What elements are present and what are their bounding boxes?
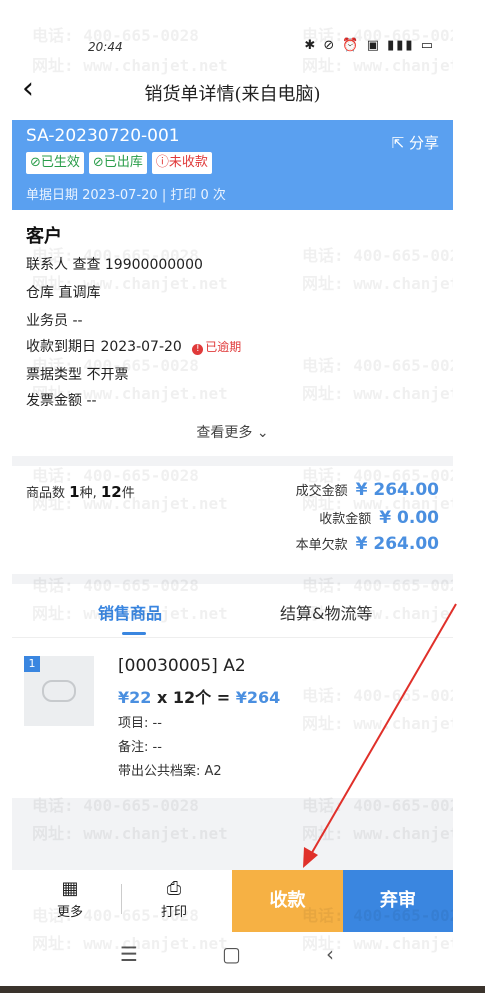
- document-date-line: 单据日期 2023-07-20 | 打印 0 次: [26, 188, 226, 203]
- status-badge: ⓘ未收款: [151, 152, 212, 174]
- detail-tabs: 销售商品 结算&物流等: [12, 590, 453, 638]
- section-divider: [12, 574, 453, 584]
- share-icon: ⇱: [391, 134, 405, 152]
- check-circle-icon: ⊘: [92, 155, 104, 170]
- active-tab-indicator: [122, 632, 146, 635]
- product-remark: 备注: --: [118, 740, 162, 755]
- goods-count: 商品数 1种, 12件: [26, 483, 135, 501]
- alert-circle-icon: ⓘ: [155, 155, 169, 170]
- info-row-due-date: 收款到期日 2023-07-20 ! 已逾期: [26, 339, 242, 355]
- tab-sales-goods[interactable]: 销售商品: [98, 600, 162, 624]
- overdue-badge: ! 已逾期: [192, 340, 241, 355]
- printer-icon: ⎙: [166, 878, 182, 899]
- alert-icon: !: [192, 344, 204, 355]
- product-name: [00030005] A2: [118, 656, 246, 676]
- nav-header: ‹ 销货单详情(来自电脑): [12, 70, 453, 114]
- customer-heading: 客户: [26, 226, 62, 247]
- page-title: 销货单详情(来自电脑): [144, 84, 321, 105]
- right-margin: [453, 0, 485, 993]
- status-icons: ✱ ⊘ ⏰ ▣ ▮▮▮ ▭: [304, 38, 435, 53]
- info-row-invoice-amount: 发票金额 --: [26, 393, 97, 409]
- status-badge: ⊘已出库: [88, 152, 147, 174]
- left-margin: [0, 0, 12, 993]
- collect-payment-button[interactable]: 收款: [232, 870, 343, 932]
- status-badge: ⊘已生效: [26, 152, 84, 174]
- info-row-invoice-type: 票据类型 不开票: [26, 367, 129, 383]
- product-project: 项目: --: [118, 716, 162, 731]
- see-more-button[interactable]: 查看更多 ⌄: [12, 422, 453, 442]
- owed-amount-row: 本单欠款 ¥ 264.00: [295, 534, 439, 554]
- product-thumbnail: 1: [24, 656, 94, 726]
- product-price-line: ¥22 x 12个 = ¥264: [118, 688, 281, 707]
- home-icon[interactable]: ▢: [222, 942, 241, 966]
- section-divider: [12, 456, 453, 466]
- watermark: 网址: www.chanjet.net: [302, 384, 453, 403]
- watermark: 电话: 400-665-0028: [302, 356, 453, 375]
- document-summary-card: SA-20230720-001 ⇱ 分享 ⊘已生效 ⊘已出库 ⓘ未收款 单据日期…: [12, 120, 453, 210]
- screen-bottom-edge: [0, 986, 485, 993]
- amount-summary: 商品数 1种, 12件 成交金额 ¥ 264.00 收款金额 ¥ 0.00 本单欠款…: [12, 472, 453, 572]
- grid-icon: ▦: [61, 878, 79, 899]
- info-row-warehouse: 仓库 直调库: [26, 285, 101, 301]
- bar-divider: [121, 884, 122, 914]
- back-icon[interactable]: ‹: [326, 942, 334, 966]
- info-row-contact: 联系人 查查 19900000000: [26, 257, 203, 273]
- sales-order-detail-page: 20:44 ✱ ⊘ ⏰ ▣ ▮▮▮ ▭ ‹ 销货单详情(来自电脑) SA-202…: [12, 0, 453, 993]
- watermark: 电话: 400-665-0028: [302, 246, 453, 265]
- status-badges: ⊘已生效 ⊘已出库 ⓘ未收款: [26, 152, 212, 174]
- tab-settlement-logistics[interactable]: 结算&物流等: [280, 600, 372, 624]
- image-placeholder-icon: [42, 680, 76, 702]
- item-index: 1: [24, 656, 40, 672]
- product-archive: 带出公共档案: A2: [118, 764, 222, 779]
- empty-area: [12, 798, 453, 870]
- check-circle-icon: ⊘: [30, 155, 41, 170]
- watermark: 网址: www.chanjet.net: [302, 274, 453, 293]
- system-nav-bar: ☰ ▢ ‹: [12, 938, 453, 978]
- chevron-down-icon: ⌄: [256, 425, 269, 441]
- received-amount-row: 收款金额 ¥ 0.00: [319, 508, 439, 528]
- status-time: 20:44: [88, 40, 123, 54]
- menu-icon[interactable]: ☰: [120, 942, 138, 966]
- unapprove-button[interactable]: 弃审: [343, 870, 453, 932]
- print-button[interactable]: ⎙ 打印: [146, 870, 202, 932]
- document-number: SA-20230720-001: [26, 126, 180, 146]
- status-bar: 20:44 ✱ ⊘ ⏰ ▣ ▮▮▮ ▭: [12, 36, 453, 64]
- deal-amount-row: 成交金额 ¥ 264.00: [295, 480, 439, 500]
- info-row-salesperson: 业务员 --: [26, 313, 83, 329]
- share-label: 分享: [408, 134, 439, 152]
- more-button[interactable]: ▦ 更多: [42, 870, 98, 932]
- bottom-action-bar: ▦ 更多 ⎙ 打印 收款 弃审: [12, 870, 453, 932]
- product-item[interactable]: 1 [00030005] A2 ¥22 x 12个 = ¥264 项目: -- …: [12, 648, 453, 788]
- share-button[interactable]: ⇱ 分享: [392, 132, 439, 153]
